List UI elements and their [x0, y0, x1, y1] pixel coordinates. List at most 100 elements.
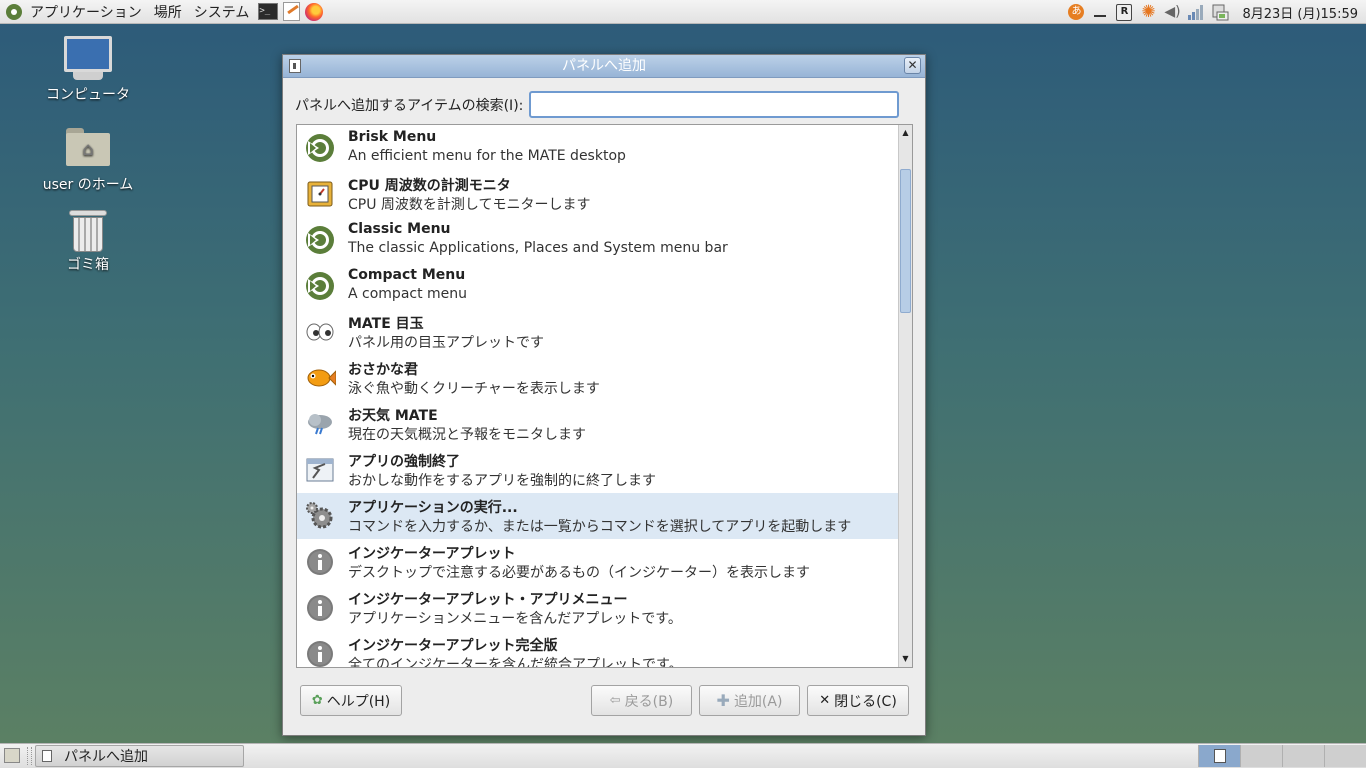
places-menu[interactable]: 場所 [148, 0, 188, 24]
item-description: デスクトップで注意する必要があるもの（インジケーター）を表示します [348, 565, 810, 581]
eyes-icon [304, 316, 336, 348]
list-item[interactable]: インジケーターアプレット完全版全てのインジケーターを含んだ統合アプレットです。 [297, 631, 898, 668]
window-icon [42, 750, 52, 762]
item-title: Brisk Menu [348, 129, 437, 145]
trash-icon [69, 210, 107, 252]
mate-logo-icon [6, 3, 22, 20]
firefox-icon [305, 2, 324, 21]
item-title: お天気 MATE [348, 408, 438, 424]
workspace-4[interactable] [1324, 745, 1366, 767]
gear-icon: ✺ [1141, 2, 1156, 22]
search-input[interactable] [529, 91, 900, 118]
list-item[interactable]: CPU 周波数の計測モニタ CPU 周波数を計測してモニターします [297, 171, 898, 217]
add-button-label: 追加(A) [733, 693, 783, 710]
network-indicator[interactable] [1187, 3, 1205, 21]
list-item[interactable]: Brisk Menu An efficient menu for the MATE… [297, 125, 898, 171]
list-item[interactable]: おさかな君 泳ぐ魚や動くクリーチャーを表示します [297, 355, 898, 401]
close-button[interactable]: ✕ 閉じる(C) [807, 685, 909, 716]
back-button[interactable]: ⇦ 戻る(B) [591, 685, 692, 716]
minus-icon [1094, 15, 1107, 17]
scroll-down-arrow-icon[interactable]: ▼ [899, 651, 912, 667]
desktop-icon-trash[interactable]: ゴミ箱 [33, 210, 143, 274]
list-item[interactable]: Classic Menu The classic Applications, Pl… [297, 217, 898, 263]
dialog-title: パネルへ追加 [562, 58, 646, 74]
list-item[interactable]: インジケーターアプレット・アプリメニューアプリケーションメニューを含んだアプレッ… [297, 585, 898, 631]
list-item[interactable]: アプリの強制終了おかしな動作をするアプリを強制的に終了します [297, 447, 898, 493]
volume-indicator[interactable]: ◀) [1163, 3, 1181, 21]
close-button-label: 閉じる(C) [834, 693, 897, 710]
item-title: Compact Menu [348, 267, 466, 283]
list-item[interactable]: MATE 目玉 パネル用の目玉アプレットです [297, 309, 898, 355]
close-window-button[interactable]: ✕ [904, 57, 921, 74]
system-menu[interactable]: システム [188, 0, 256, 24]
battery-computer-icon [1212, 4, 1229, 21]
system-tray: あ R ✺ ◀) 8月23日 (月)15:59 [1064, 0, 1366, 24]
item-description: 現在の天気概況と予報をモニタします [348, 427, 586, 443]
workspace-3[interactable] [1282, 745, 1324, 767]
applet-list[interactable]: Brisk Menu An efficient menu for the MATE… [296, 124, 913, 668]
item-description: A compact menu [348, 286, 468, 302]
force-quit-icon [304, 454, 336, 486]
desktop-icon-computer[interactable]: コンピュータ [33, 36, 143, 104]
update-indicator[interactable]: ✺ [1139, 2, 1157, 22]
fish-icon [304, 362, 336, 394]
taskbar-button-add-to-panel[interactable]: パネルへ追加 [35, 745, 244, 767]
r-icon: R [1116, 3, 1133, 21]
text-editor-launcher[interactable] [281, 2, 301, 22]
add-button[interactable]: ✚ 追加(A) [699, 685, 800, 716]
item-title: MATE 目玉 [348, 316, 424, 332]
applications-menu-label: アプリケーション [30, 4, 142, 21]
search-row: パネルへ追加するアイテムの検索(I): [295, 91, 900, 118]
list-item[interactable]: インジケーターアプレットデスクトップで注意する必要があるもの（インジケーター）を… [297, 539, 898, 585]
info-icon [304, 638, 336, 667]
signal-bars-icon [1188, 5, 1204, 20]
workspace-1[interactable] [1198, 745, 1240, 767]
item-description: The classic Applications, Places and Sys… [348, 240, 728, 256]
firefox-launcher[interactable] [304, 2, 324, 22]
mate-logo-icon [304, 224, 336, 256]
bottom-panel: パネルへ追加 [0, 743, 1366, 768]
search-label: パネルへ追加するアイテムの検索(I): [295, 97, 524, 114]
cpu-chip-icon [304, 178, 336, 210]
power-indicator[interactable] [1211, 3, 1229, 21]
show-desktop-icon[interactable] [4, 748, 20, 763]
list-item[interactable]: アプリケーションの実行... コマンドを入力するか、または一覧からコマンドを選択し… [297, 493, 898, 539]
item-title: アプリの強制終了 [348, 454, 460, 470]
item-title: インジケーターアプレット・アプリメニュー [348, 592, 628, 608]
clock[interactable]: 8月23日 (月)15:59 [1242, 3, 1358, 22]
desktop-icon-home[interactable]: ⌂ user のホーム [33, 128, 143, 194]
taskbar-button-label: パネルへ追加 [64, 749, 148, 765]
workspace-2[interactable] [1240, 745, 1282, 767]
mate-logo-icon [304, 132, 336, 164]
item-description: アプリケーションメニューを含んだアプレットです。 [348, 611, 682, 627]
item-title: インジケーターアプレット [348, 546, 516, 562]
desktop-icon-label: ゴミ箱 [67, 257, 109, 273]
r-indicator[interactable]: R [1115, 3, 1133, 21]
help-lifebuoy-icon: ✿ [311, 693, 323, 708]
list-item[interactable]: Compact Menu A compact menu [297, 263, 898, 309]
item-description: おかしな動作をするアプリを強制的に終了します [348, 473, 656, 489]
dialog-titlebar[interactable]: パネルへ追加 ✕ [283, 55, 925, 78]
window-menu-icon[interactable] [289, 59, 301, 73]
applications-menu[interactable]: アプリケーション [0, 0, 148, 24]
desktop-icon-label: コンピュータ [46, 87, 130, 103]
minimize-indicator[interactable] [1091, 3, 1109, 21]
desktop-icon-label: user のホーム [42, 177, 134, 193]
list-scrollbar[interactable]: ▲ ▼ [898, 125, 912, 667]
workspace-switcher [1198, 745, 1366, 767]
ime-icon: あ [1068, 4, 1085, 20]
item-title: インジケーターアプレット完全版 [348, 638, 558, 654]
plus-icon: ✚ [716, 691, 730, 710]
terminal-launcher[interactable]: >_ [258, 2, 279, 22]
terminal-icon: >_ [258, 3, 279, 20]
scrollbar-thumb[interactable] [900, 169, 911, 313]
speaker-icon: ◀) [1164, 4, 1181, 20]
item-description: 全てのインジケーターを含んだ統合アプレットです。 [348, 657, 683, 668]
monitor-stand [73, 72, 103, 80]
weather-cloud-icon [304, 408, 336, 440]
list-item[interactable]: お天気 MATE 現在の天気概況と予報をモニタします [297, 401, 898, 447]
scroll-up-arrow-icon[interactable]: ▲ [899, 125, 912, 141]
ime-indicator[interactable]: あ [1067, 3, 1085, 21]
help-button[interactable]: ✿ ヘルプ(H) [300, 685, 402, 716]
back-arrow-icon: ⇦ [609, 693, 621, 708]
